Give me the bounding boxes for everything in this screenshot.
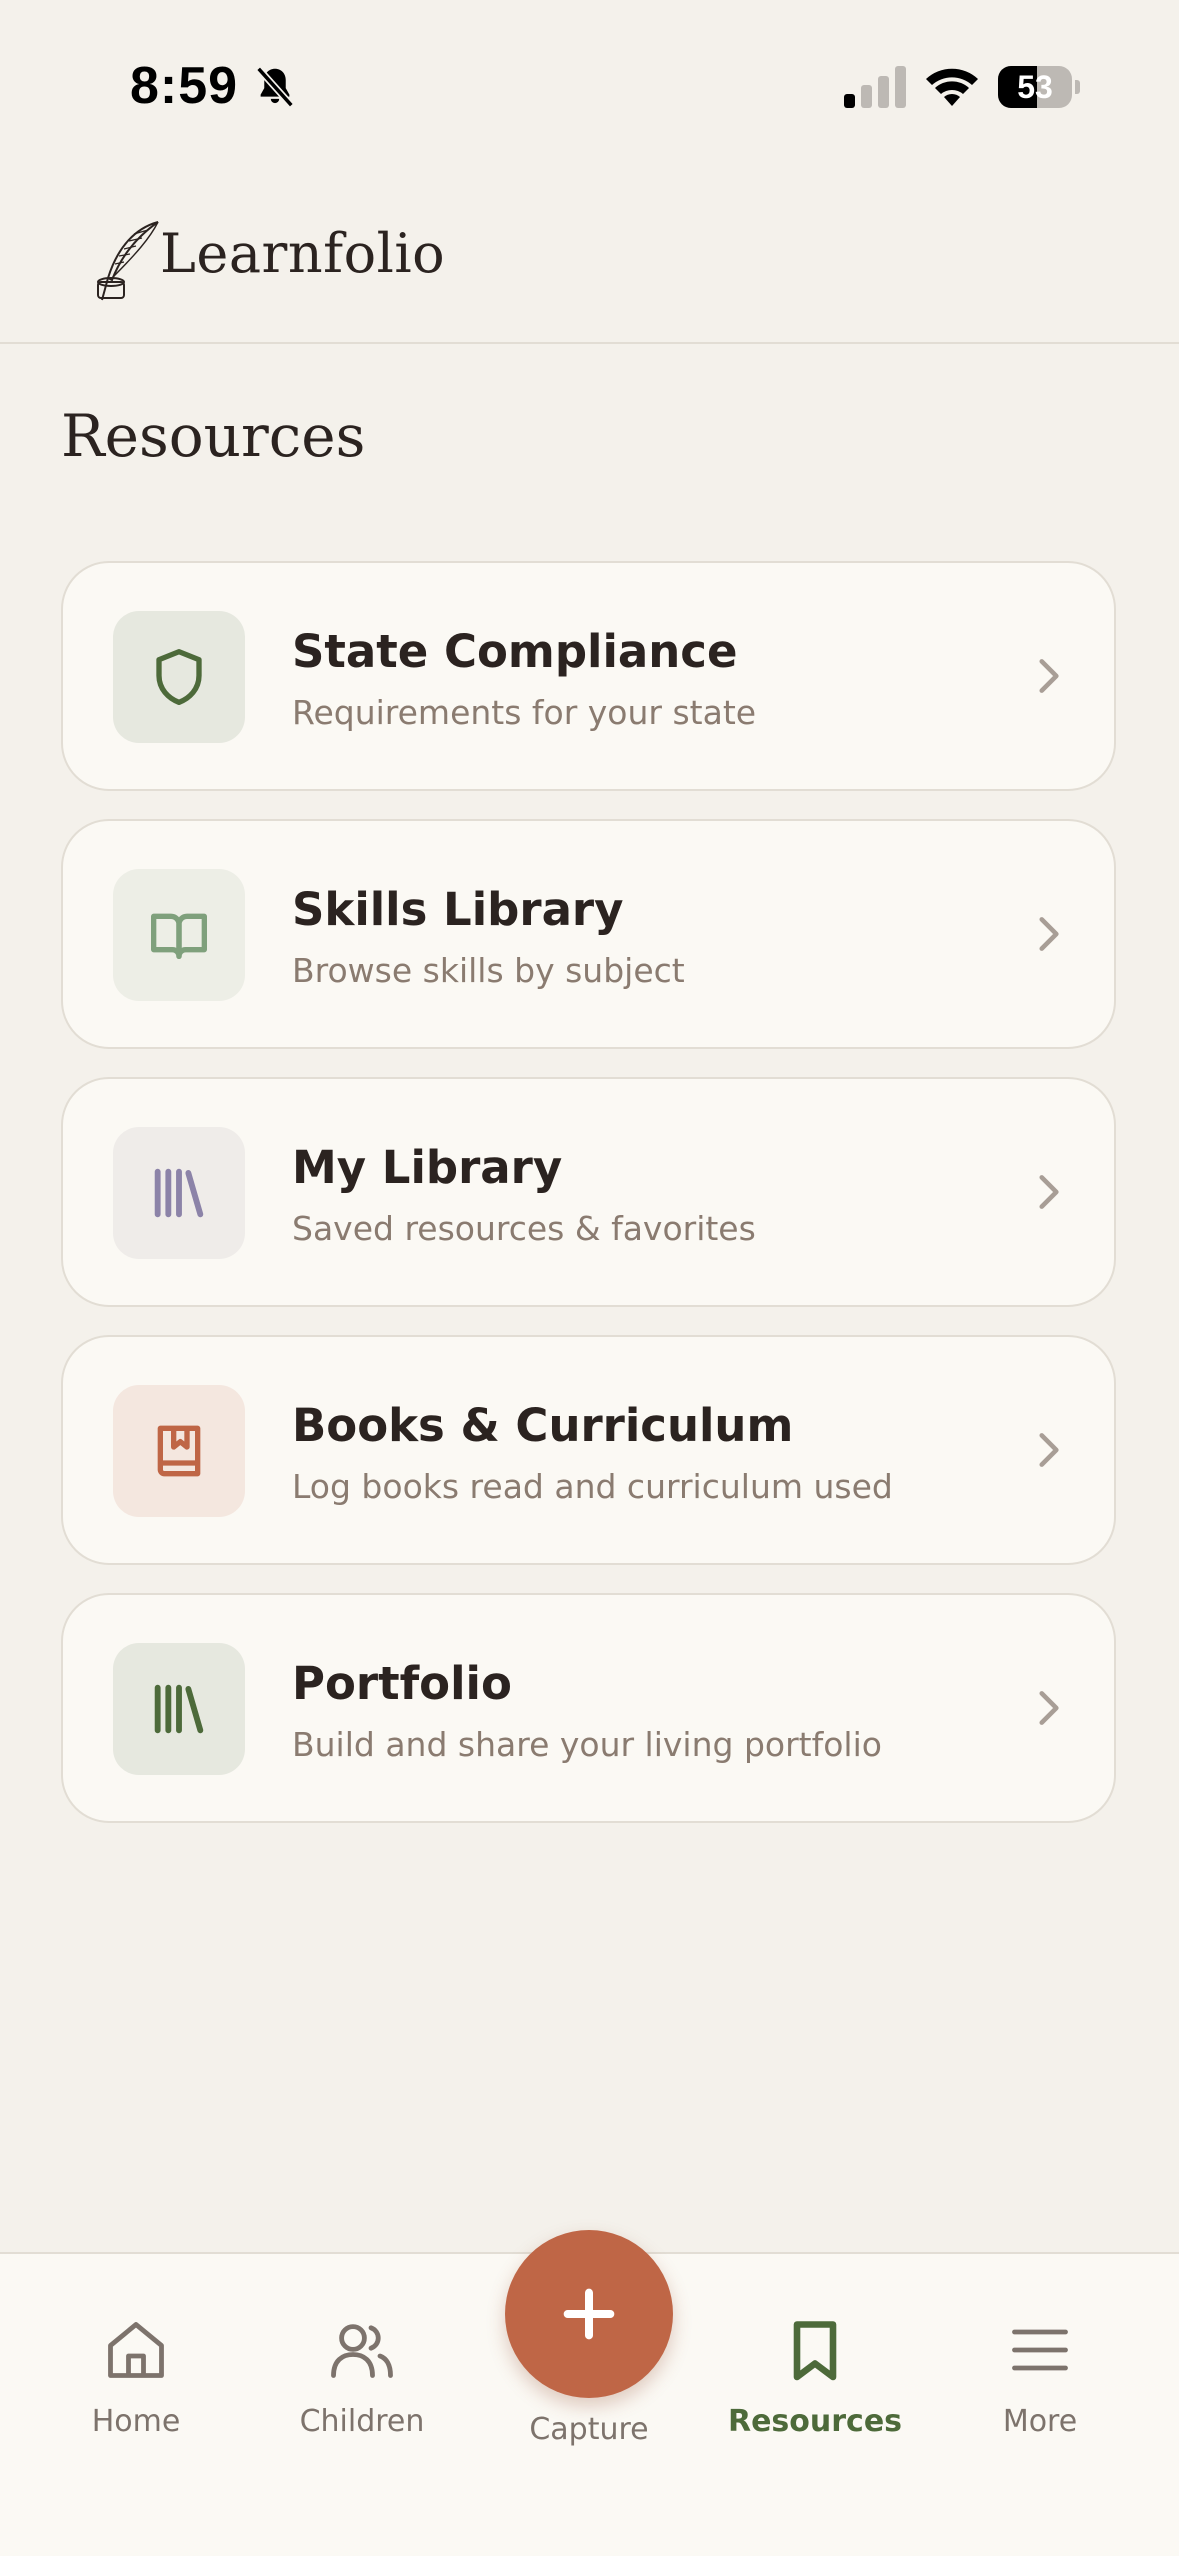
card-skills-library[interactable]: Skills Library Browse skills by subject <box>61 819 1116 1049</box>
library-icon <box>154 1168 204 1218</box>
status-bar: 8:59 53 <box>0 0 1179 170</box>
bookmark-icon <box>793 2321 837 2381</box>
bell-slash-icon <box>256 66 294 108</box>
quill-icon <box>97 221 159 301</box>
battery-icon: 53 <box>998 66 1080 108</box>
menu-icon <box>1012 2329 1068 2371</box>
chevron-right-icon <box>1039 1433 1059 1467</box>
app-logo-text[interactable]: Learnfolio <box>160 222 445 285</box>
users-icon <box>331 2324 393 2378</box>
shield-icon <box>156 649 202 705</box>
card-subtitle: Browse skills by subject <box>292 951 685 990</box>
capture-button[interactable] <box>505 2230 673 2398</box>
wifi-icon <box>926 68 978 106</box>
card-title: State Compliance <box>292 625 738 678</box>
tab-resources[interactable]: Resources <box>725 2314 905 2464</box>
tab-resources-label: Resources <box>727 2404 903 2439</box>
chevron-right-icon <box>1039 659 1059 693</box>
card-icon-box <box>113 1643 245 1775</box>
book-bookmark-icon <box>157 1425 201 1477</box>
card-icon-box <box>113 611 245 743</box>
tab-more-label: More <box>1002 2404 1078 2439</box>
capture-label: Capture <box>529 2412 649 2447</box>
card-title: Skills Library <box>292 883 624 936</box>
signal-icon <box>844 66 906 108</box>
card-title: Portfolio <box>292 1657 512 1710</box>
battery-text: 53 <box>1017 69 1053 105</box>
card-portfolio[interactable]: Portfolio Build and share your living po… <box>61 1593 1116 1823</box>
card-state-compliance[interactable]: State Compliance Requirements for your s… <box>61 561 1116 791</box>
card-title: Books & Curriculum <box>292 1399 794 1452</box>
card-icon-box <box>113 1127 245 1259</box>
tab-children[interactable]: Children <box>272 2314 452 2464</box>
tab-home[interactable]: Home <box>46 2314 226 2464</box>
card-subtitle: Requirements for your state <box>292 693 757 732</box>
card-title: My Library <box>292 1141 563 1194</box>
card-my-library[interactable]: My Library Saved resources & favorites <box>61 1077 1116 1307</box>
chevron-right-icon <box>1039 917 1059 951</box>
card-icon-box <box>113 869 245 1001</box>
card-books-curriculum[interactable]: Books & Curriculum Log books read and cu… <box>61 1335 1116 1565</box>
chevron-right-icon <box>1039 1691 1059 1725</box>
tab-children-label: Children <box>299 2404 425 2439</box>
card-subtitle: Build and share your living portfolio <box>292 1725 882 1764</box>
card-icon-box <box>113 1385 245 1517</box>
chevron-right-icon <box>1039 1175 1059 1209</box>
page-title: Resources <box>61 402 366 470</box>
card-subtitle: Log books read and curriculum used <box>292 1467 893 1506</box>
tab-home-label: Home <box>91 2404 181 2439</box>
card-subtitle: Saved resources & favorites <box>292 1209 756 1248</box>
tab-more[interactable]: More <box>950 2314 1130 2464</box>
book-open-icon <box>151 913 207 959</box>
status-time: 8:59 <box>130 57 239 115</box>
library-icon <box>154 1684 204 1734</box>
app-header: Learnfolio <box>0 170 1179 344</box>
home-icon <box>108 2322 164 2378</box>
plus-icon <box>563 2288 615 2340</box>
